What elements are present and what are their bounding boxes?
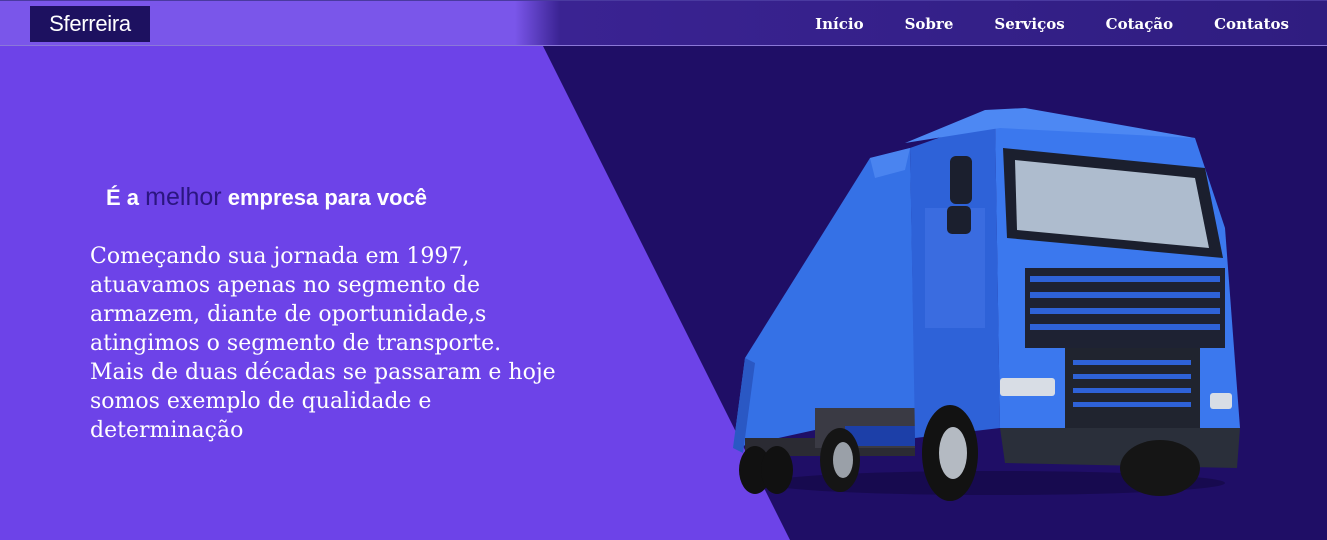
- hero-headline: É a melhor empresa para você: [106, 183, 427, 212]
- truck-icon: [733, 108, 1240, 501]
- nav-link-cotacao[interactable]: Cotação: [1106, 15, 1173, 33]
- nav-link-sobre[interactable]: Sobre: [905, 15, 954, 33]
- brand-logo[interactable]: Sferreira: [30, 6, 150, 42]
- headline-suffix: empresa para você: [227, 185, 428, 210]
- top-navbar: Sferreira Início Sobre Serviços Cotação …: [0, 0, 1327, 46]
- nav-link-contatos[interactable]: Contatos: [1214, 15, 1289, 33]
- nav-link-inicio[interactable]: Início: [815, 15, 863, 33]
- hero-paragraph: Começando sua jornada em 1997, atuavamos…: [90, 244, 556, 443]
- main-nav: Início Sobre Serviços Cotação Contatos: [815, 1, 1289, 47]
- headline-accent-word: melhor: [145, 183, 222, 211]
- nav-link-servicos[interactable]: Serviços: [994, 15, 1064, 33]
- headline-prefix: É a: [106, 185, 140, 210]
